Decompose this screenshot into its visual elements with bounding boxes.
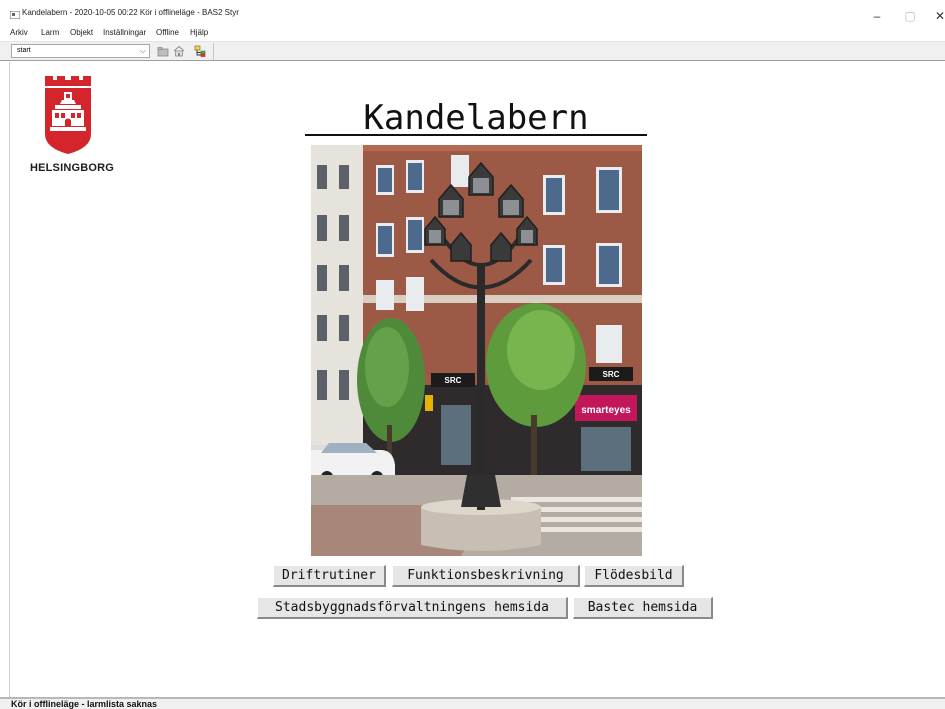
page-select-value: start (17, 47, 31, 54)
page-title: Kandelabern (363, 98, 589, 138)
stadsbyggnad-homepage-button[interactable]: Stadsbyggnadsförvaltningens hemsida (257, 597, 568, 619)
menu-installningar[interactable]: Inställningar (103, 28, 146, 37)
smarteyes-sign: smarteyes (581, 405, 631, 416)
src-sign-right: SRC (603, 370, 620, 379)
status-bar: Kör i offlineläge - larmlista saknas (0, 697, 945, 709)
driftrutiner-button[interactable]: Driftrutiner (273, 565, 386, 587)
toolbar-separator (213, 43, 214, 60)
helsingborg-logo-text: HELSINGBORG (29, 162, 115, 174)
flodesbild-button[interactable]: Flödesbild (584, 565, 684, 587)
minimize-button[interactable]: – (862, 6, 892, 26)
home-icon[interactable] (173, 45, 185, 57)
title-underline (305, 134, 647, 136)
menu-offline[interactable]: Offline (156, 28, 179, 37)
menu-arkiv[interactable]: Arkiv (10, 28, 28, 37)
toolbar: start ⌵ (0, 41, 945, 61)
menu-bar: Arkiv Larm Objekt Inställningar Offline … (0, 27, 945, 41)
maximize-button[interactable]: ▢ (895, 6, 925, 26)
app-icon (10, 11, 20, 19)
menu-larm[interactable]: Larm (41, 28, 59, 37)
window-title: Kandelabern - 2020-10-05 00:22 Kör i off… (22, 8, 239, 17)
funktionsbeskrivning-button[interactable]: Funktionsbeskrivning (392, 565, 580, 587)
close-button[interactable]: ✕ (925, 6, 945, 26)
title-bar: Kandelabern - 2020-10-05 00:22 Kör i off… (0, 0, 945, 28)
bastec-homepage-button[interactable]: Bastec hemsida (573, 597, 713, 619)
src-sign-left: SRC (445, 376, 462, 385)
page-select[interactable]: start ⌵ (11, 44, 150, 58)
chevron-down-icon[interactable]: ⌵ (140, 46, 146, 56)
folder-icon[interactable] (157, 45, 169, 57)
menu-hjalp[interactable]: Hjälp (190, 28, 208, 37)
status-text: Kör i offlineläge - larmlista saknas (11, 699, 158, 709)
helsingborg-crest-logo (45, 76, 91, 154)
tree-icon[interactable] (194, 45, 206, 57)
menu-objekt[interactable]: Objekt (70, 28, 93, 37)
kandelabern-photo: SRC SRC smarteyes (311, 145, 642, 556)
